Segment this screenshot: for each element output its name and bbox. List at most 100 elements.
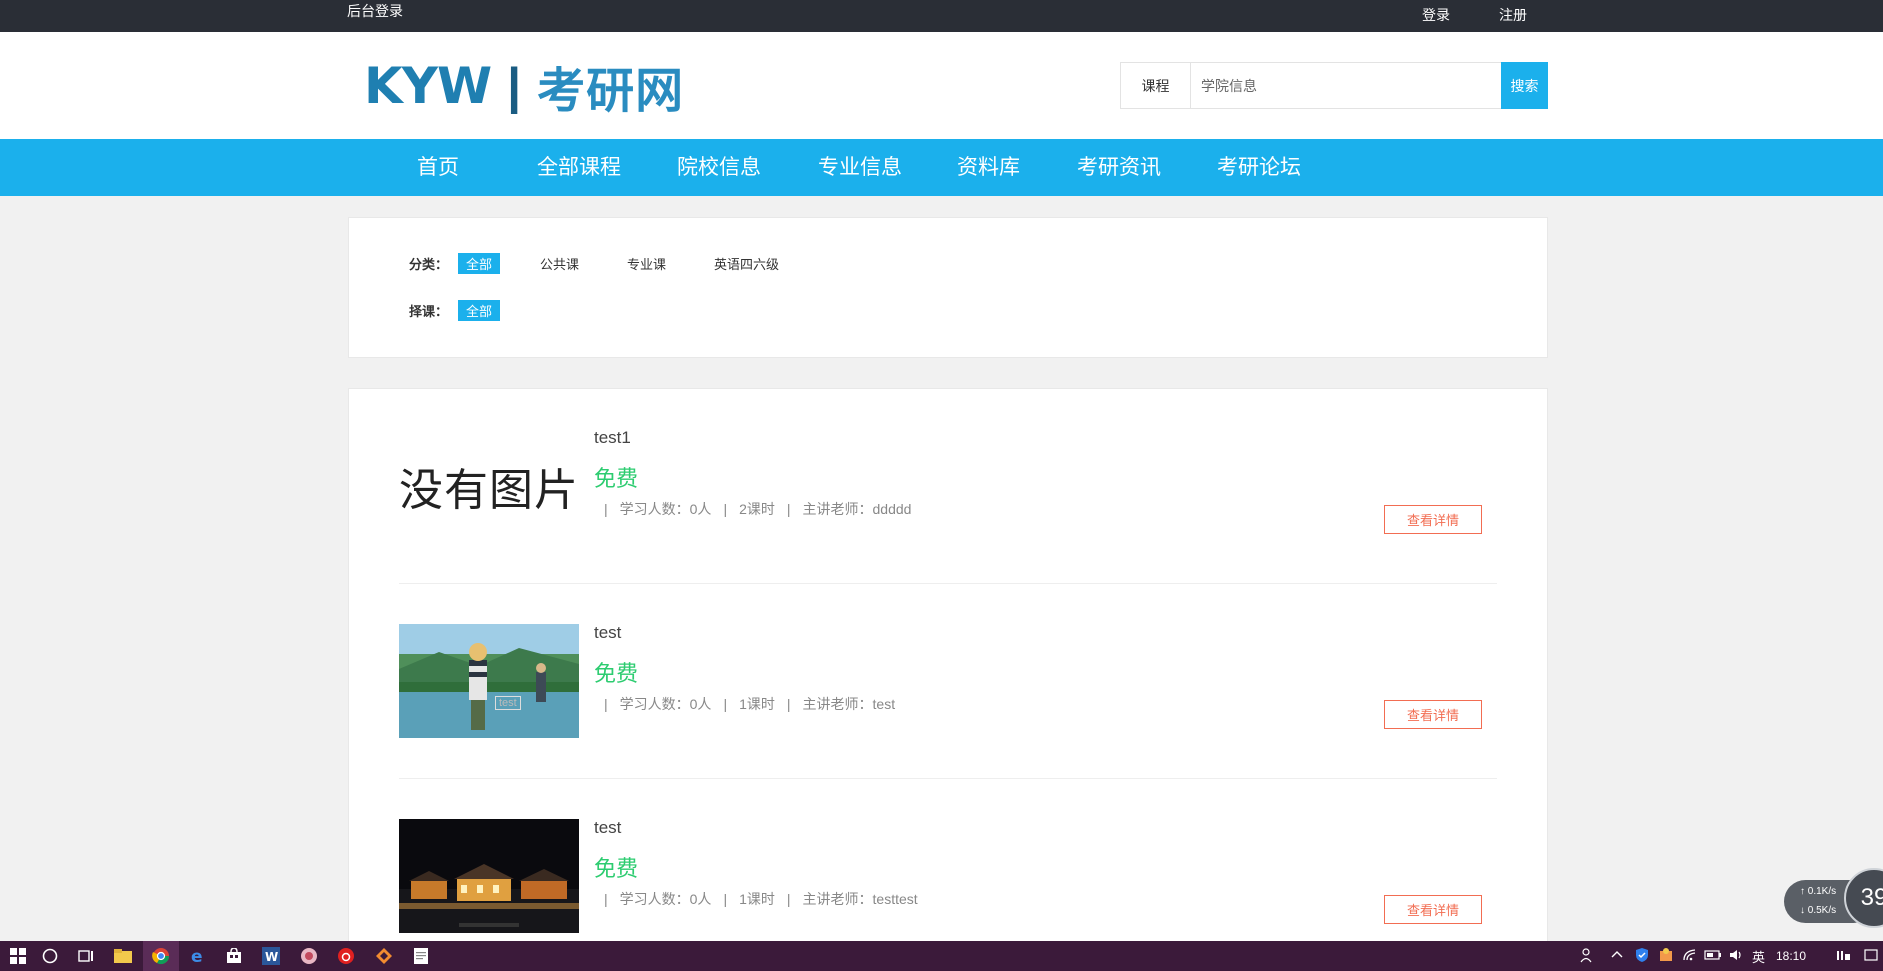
course-students: 学习人数：0人	[619, 501, 712, 517]
course-thumbnail[interactable]: 没有图片	[399, 429, 579, 543]
category-filter-row: 分类： 全部 公共课 专业课 英语四六级	[409, 252, 819, 274]
admin-login-link[interactable]: 后台登录	[347, 1, 403, 21]
search-category-select[interactable]: 课程	[1121, 63, 1191, 108]
course-list: 没有图片 test1 免费 | 学习人数：0人 | 2课时 | 主讲老师：ddddd 查看…	[348, 388, 1548, 948]
meta-separator: |	[786, 891, 791, 907]
notepad-icon[interactable]	[403, 941, 439, 971]
course-students: 学习人数：0人	[619, 696, 712, 712]
nav-item-schools[interactable]: 院校信息	[677, 139, 761, 196]
edge-icon[interactable]: e	[180, 941, 216, 971]
filter-panel: 分类： 全部 公共课 专业课 英语四六级 择课： 全部	[348, 217, 1548, 358]
search-bar: 课程 搜索	[1120, 62, 1548, 109]
app-icon[interactable]	[291, 941, 327, 971]
course-title[interactable]: test1	[594, 428, 631, 448]
nav-item-home[interactable]: 首页	[417, 139, 459, 196]
course-meta: | 学习人数：0人 | 1课时 | 主讲老师：test	[604, 694, 895, 714]
sublime-icon[interactable]	[366, 941, 402, 971]
course-price: 免费	[594, 661, 639, 686]
usage-gauge: 39	[1844, 868, 1883, 928]
category-tag-major[interactable]: 专业课	[619, 253, 674, 274]
category-tag-all[interactable]: 全部	[458, 252, 501, 274]
category-tag-public[interactable]: 公共课	[532, 253, 587, 274]
svg-text:e: e	[191, 947, 203, 965]
category-tag-cet[interactable]: 英语四六级	[706, 253, 787, 274]
course-thumbnail[interactable]: test	[399, 624, 579, 738]
course-teacher: 主讲老师：testtest	[802, 891, 918, 907]
cortana-icon[interactable]	[32, 941, 68, 971]
chevron-up-icon[interactable]	[1610, 948, 1624, 965]
course-teacher: 主讲老师：ddddd	[802, 501, 912, 517]
top-bar: 后台登录 登录 注册	[0, 0, 1883, 32]
list-item: 没有图片 test1 免费 | 学习人数：0人 | 2课时 | 主讲老师：ddddd 查看…	[399, 389, 1497, 584]
course-filter-label: 择课：	[409, 303, 449, 319]
meta-separator: |	[786, 501, 791, 517]
task-view-icon[interactable]	[68, 941, 104, 971]
shield-icon[interactable]	[1634, 947, 1650, 966]
register-link[interactable]: 注册	[1499, 5, 1527, 25]
search-input[interactable]	[1191, 63, 1547, 108]
login-link[interactable]: 登录	[1422, 5, 1450, 25]
chrome-icon[interactable]	[143, 941, 179, 971]
download-speed: ↓ 0.5K/s	[1800, 905, 1837, 916]
category-filter-label: 分类：	[409, 256, 449, 272]
course-tag-all[interactable]: 全部	[458, 299, 501, 321]
meta-separator: |	[723, 501, 728, 517]
course-filter-row: 择课： 全部	[409, 299, 532, 321]
file-explorer-icon[interactable]	[105, 941, 141, 971]
app-tray-icon[interactable]	[1658, 947, 1674, 966]
search-button[interactable]: 搜索	[1501, 62, 1548, 109]
meta-separator: |	[723, 696, 728, 712]
windows-taskbar: e W 英 18:10	[0, 941, 1883, 971]
start-icon[interactable]	[0, 941, 36, 971]
clock[interactable]: 18:10	[1776, 949, 1806, 963]
site-logo[interactable]: KYW | 考研网	[364, 57, 684, 118]
battery-icon[interactable]	[1704, 948, 1722, 965]
notification-icon[interactable]	[1864, 948, 1878, 965]
thumbnail-caption: test	[495, 696, 521, 710]
nav-item-forum[interactable]: 考研论坛	[1217, 139, 1301, 196]
course-title[interactable]: test	[594, 623, 621, 643]
view-details-button[interactable]: 查看详情	[1384, 505, 1482, 534]
list-item: test test 免费 | 学习人数：0人 | 1课时 | 主讲老师：test 查看详情	[399, 584, 1497, 779]
course-price: 免费	[594, 856, 639, 881]
course-hours: 1课时	[739, 891, 775, 907]
logo-text-cn: 考研网	[537, 65, 685, 118]
net-speed-widget[interactable]: ↑ 0.1K/s ↓ 0.5K/s 39	[1784, 868, 1883, 928]
meta-separator: |	[723, 891, 728, 907]
meta-separator: |	[604, 501, 608, 517]
people-icon[interactable]	[1580, 947, 1596, 966]
course-hours: 2课时	[739, 501, 775, 517]
logo-separator: |	[507, 58, 522, 114]
course-meta: | 学习人数：0人 | 1课时 | 主讲老师：testtest	[604, 889, 918, 909]
nav-item-news[interactable]: 考研资讯	[1077, 139, 1161, 196]
input-indicator-icon[interactable]	[1836, 948, 1852, 965]
nav-item-majors[interactable]: 专业信息	[818, 139, 902, 196]
upload-speed: ↑ 0.1K/s	[1800, 886, 1837, 897]
meta-separator: |	[604, 891, 608, 907]
netease-music-icon[interactable]	[328, 941, 364, 971]
course-students: 学习人数：0人	[619, 891, 712, 907]
course-thumbnail[interactable]	[399, 819, 579, 933]
course-price: 免费	[594, 466, 639, 491]
course-teacher: 主讲老师：test	[802, 696, 896, 712]
view-details-button[interactable]: 查看详情	[1384, 700, 1482, 729]
word-icon[interactable]: W	[253, 941, 289, 971]
list-item: test 免费 | 学习人数：0人 | 1课时 | 主讲老师：testtest 查看详情	[399, 779, 1497, 947]
course-title[interactable]: test	[594, 818, 621, 838]
view-details-button[interactable]: 查看详情	[1384, 895, 1482, 924]
meta-separator: |	[786, 696, 791, 712]
upload-speed-value: 0.1K/s	[1807, 886, 1837, 897]
ime-indicator[interactable]: 英	[1752, 947, 1765, 966]
nav-item-library[interactable]: 资料库	[957, 139, 1020, 196]
wifi-icon[interactable]	[1682, 947, 1698, 966]
course-meta: | 学习人数：0人 | 2课时 | 主讲老师：ddddd	[604, 499, 911, 519]
store-icon[interactable]	[216, 941, 252, 971]
main-nav: 首页 全部课程 院校信息 专业信息 资料库 考研资讯 考研论坛	[0, 139, 1883, 196]
logo-text-en: KYW	[364, 57, 492, 115]
meta-separator: |	[604, 696, 608, 712]
course-hours: 1课时	[739, 696, 775, 712]
volume-icon[interactable]	[1728, 947, 1744, 966]
system-tray: 英 18:10	[1572, 941, 1882, 971]
site-header: KYW | 考研网 课程 搜索	[0, 32, 1883, 139]
nav-item-all-courses[interactable]: 全部课程	[537, 139, 621, 196]
